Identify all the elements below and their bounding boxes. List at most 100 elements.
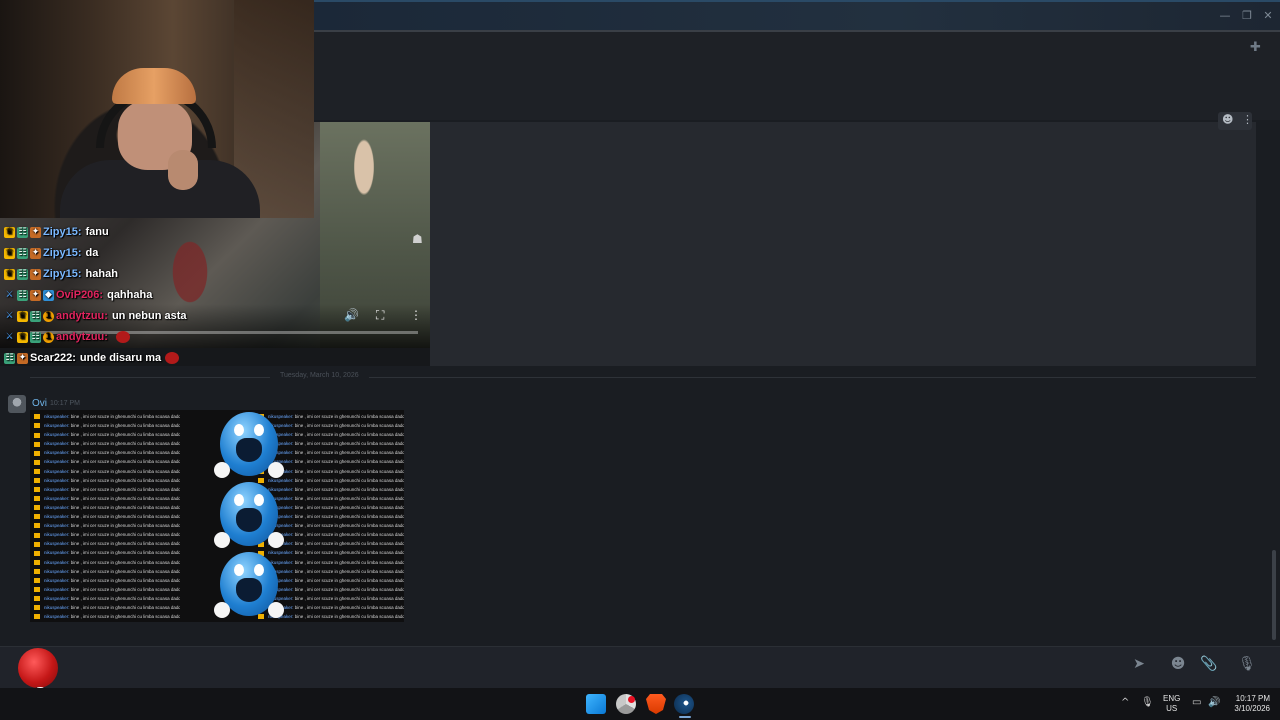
screenshot-username: nikuspeaker: (44, 514, 71, 520)
overlay-chat-line: ⚔ ♛ ☷ 1 andytzuu: (4, 328, 130, 346)
crown-badge-icon (34, 614, 40, 620)
send-icon[interactable]: ➤ (1128, 656, 1150, 676)
clock-time: 10:17 PM (1235, 694, 1270, 703)
crown-badge-icon: ♛ (4, 247, 15, 259)
screenshot-chat-line: nikuspeaker: bine , imi cer scuze in ghe… (32, 467, 180, 476)
screenshot-message-text: bine , imi cer scuze in ghenunchi cu lim… (70, 432, 180, 438)
close-icon[interactable]: ✕ (1260, 8, 1276, 24)
microphone-icon[interactable]: 🎙 (1141, 697, 1154, 708)
screenshot-message-text: bine , imi cer scuze in ghenunchi cu lim… (70, 568, 180, 574)
voice-icon[interactable]: 🎙 (1236, 656, 1258, 676)
screenshot-chat-line: nikuspeaker: bine , imi cer scuze in ghe… (32, 457, 180, 466)
screenshot-username: nikuspeaker: (44, 450, 71, 456)
gem-badge-icon: ◆ (43, 289, 54, 301)
chat-message-text: fanu (85, 226, 109, 238)
attach-icon[interactable]: 📎 (1198, 656, 1220, 676)
screenshot-message-text: bine , imi cer scuze in ghenunchi cu lim… (294, 468, 404, 474)
more-options-icon[interactable]: ⋮ (410, 308, 422, 322)
screenshot-username: nikuspeaker: (44, 550, 71, 556)
screenshot-chat-line: nikuspeaker: bine , imi cer scuze in ghe… (32, 448, 180, 457)
screenshot-chat-line: nikuspeaker: bine , imi cer scuze in ghe… (32, 494, 180, 503)
screenshot-username: nikuspeaker: (44, 504, 71, 510)
chat-username: OviP206: (56, 289, 104, 301)
sword-badge-icon: ⚔ (5, 289, 14, 300)
crown-badge-icon (34, 514, 40, 520)
screenshot-username: nikuspeaker: (44, 604, 71, 610)
screenshot-message-text: bine , imi cer scuze in ghenunchi cu lim… (70, 523, 180, 529)
add-person-icon[interactable]: ✚ (1250, 40, 1261, 55)
windows-start-icon[interactable] (586, 694, 606, 714)
webcam-person (168, 150, 198, 190)
sub-badge-icon: ☷ (30, 310, 41, 322)
screenshot-message-text: bine , imi cer scuze in ghenunchi cu lim… (70, 468, 180, 474)
screenshot-message-text: bine , imi cer scuze in ghenunchi cu lim… (294, 459, 404, 465)
sub-badge-icon: ☷ (17, 268, 28, 280)
screenshot-message-text: bine , imi cer scuze in ghenunchi cu lim… (294, 477, 404, 483)
chat-message-text: hahah (85, 268, 118, 280)
restore-icon[interactable]: ❐ (1239, 8, 1255, 24)
screenshot-chat-line: nikuspeaker: bine , imi cer scuze in ghe… (32, 421, 180, 430)
emoji-icon[interactable]: ☻ (1222, 113, 1233, 126)
screenshot-username: nikuspeaker: (44, 423, 71, 429)
crown-badge-icon (34, 487, 40, 493)
steam-icon[interactable] (674, 694, 694, 714)
screenshot-message-text: bine , imi cer scuze in ghenunchi cu lim… (70, 559, 180, 565)
screenshot-message-text: bine , imi cer scuze in ghenunchi cu lim… (294, 514, 404, 520)
window-titlebar: — ❐ ✕ (314, 0, 1280, 30)
clock-date: 3/10/2026 (1234, 704, 1270, 713)
message-timestamp: 10:17 PM (50, 400, 80, 407)
red-mm-emote (165, 352, 180, 364)
chat-username: Scar222: (30, 352, 76, 364)
image-attachment[interactable]: nikuspeaker: bine , imi cer scuze in ghe… (30, 410, 404, 622)
volume-icon[interactable]: 🔊 (344, 308, 359, 322)
num-badge-icon: 1 (43, 310, 54, 322)
more-options-icon[interactable]: ⋮ (1242, 113, 1253, 126)
fullscreen-icon[interactable]: ⛶ (376, 308, 384, 323)
chat-message-text: qahhaha (107, 289, 153, 301)
screenshot-message-text: bine , imi cer scuze in ghenunchi cu lim… (70, 614, 180, 620)
screenshot-chat-line: nikuspeaker: bine , imi cer scuze in ghe… (32, 548, 180, 557)
taskbar-clock[interactable]: 10:17 PM 3/10/2026 (1228, 694, 1270, 714)
language-indicator[interactable]: ENG US (1163, 694, 1180, 714)
sub-badge-icon: ☷ (30, 331, 41, 343)
crying-mm-emote (214, 552, 284, 622)
emoji-icon[interactable]: ☻ (1167, 656, 1189, 676)
scrollbar[interactable] (1272, 550, 1276, 640)
crying-mm-emote (214, 482, 284, 554)
screenshot-message-text: bine , imi cer scuze in ghenunchi cu lim… (294, 495, 404, 501)
screenshot-chat-line: nikuspeaker: bine , imi cer scuze in ghe… (32, 503, 180, 512)
screenshot-username: nikuspeaker: (44, 477, 71, 483)
screenshot-username: nikuspeaker: (44, 414, 71, 419)
star-badge-icon: ✦ (30, 289, 41, 301)
screenshot-message-text: bine , imi cer scuze in ghenunchi cu lim… (70, 586, 180, 592)
chat-username: andytzuu: (56, 331, 108, 343)
cap (112, 68, 196, 104)
volume-icon[interactable]: 🔊 (1208, 697, 1220, 708)
minimize-icon[interactable]: — (1217, 8, 1233, 24)
screenshot-username: nikuspeaker: (44, 495, 71, 501)
crown-badge-icon: ♛ (17, 310, 28, 322)
avatar[interactable] (8, 395, 26, 413)
screenshot-username: nikuspeaker: (44, 541, 71, 547)
crown-badge-icon: ♛ (4, 268, 15, 280)
webcam-overlay (0, 0, 314, 218)
sub-badge-icon: ☷ (17, 226, 28, 238)
embed-toolbar: ☻ ⋮ (1218, 112, 1253, 130)
display-icon[interactable]: ▭ (1192, 697, 1201, 708)
language-code: ENG (1163, 694, 1181, 703)
screenshot-message-text: bine , imi cer scuze in ghenunchi cu lim… (294, 614, 404, 620)
overlay-chat-line: ☷ ✦ Scar222: unde disaru ma (4, 349, 180, 367)
message-author[interactable]: Ovi (32, 398, 47, 409)
screenshot-chat-line: nikuspeaker: bine , imi cer scuze in ghe… (32, 412, 180, 421)
screenshot-message-text: bine , imi cer scuze in ghenunchi cu lim… (294, 586, 404, 592)
screenshot-message-text: bine , imi cer scuze in ghenunchi cu lim… (294, 550, 404, 556)
crown-badge-icon: ♛ (4, 226, 15, 238)
link-embed-preview[interactable] (430, 122, 1256, 366)
sub-badge-icon: ☷ (17, 247, 28, 259)
sword-badge-icon: ⚔ (5, 310, 14, 321)
screenshot-message-text: bine , imi cer scuze in ghenunchi cu lim… (294, 486, 404, 492)
tray-chevron-icon[interactable]: ^ (1121, 697, 1129, 708)
star-badge-icon: ✦ (30, 226, 41, 238)
message-input[interactable] (68, 652, 1118, 680)
active-app-indicator (679, 716, 691, 718)
